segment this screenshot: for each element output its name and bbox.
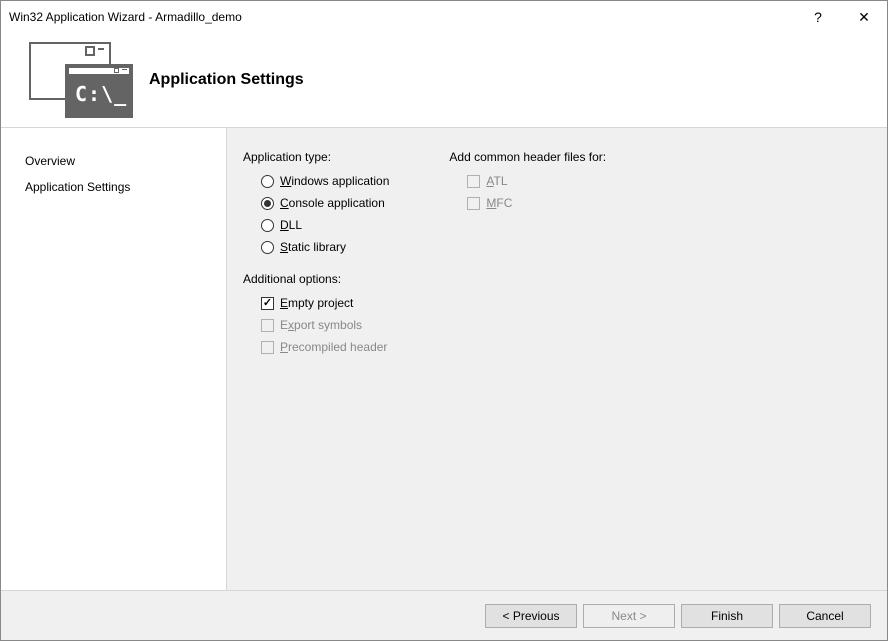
radio-windows-application[interactable]: Windows application — [243, 170, 389, 192]
previous-button[interactable]: < Previous — [485, 604, 577, 628]
help-button[interactable]: ? — [795, 1, 841, 33]
radio-console-application[interactable]: Console application — [243, 192, 389, 214]
additional-options-label: Additional options: — [243, 272, 389, 286]
title-bar: Win32 Application Wizard - Armadillo_dem… — [1, 1, 887, 33]
checkbox-icon — [261, 341, 274, 354]
radio-icon — [261, 241, 274, 254]
checkbox-atl: ATL — [449, 170, 606, 192]
radio-icon — [261, 175, 274, 188]
checkbox-icon — [467, 175, 480, 188]
radio-static-library[interactable]: Static library — [243, 236, 389, 258]
checkbox-icon — [261, 297, 274, 310]
banner-heading: Application Settings — [149, 71, 304, 89]
sidebar-item-application-settings[interactable]: Application Settings — [1, 174, 226, 200]
left-column: Application type: Windows application Co… — [243, 148, 389, 580]
radio-label: Windows application — [280, 174, 389, 188]
checkbox-empty-project[interactable]: Empty project — [243, 292, 389, 314]
radio-label: Static library — [280, 240, 346, 254]
checkbox-export-symbols: Export symbols — [243, 314, 389, 336]
window-title: Win32 Application Wizard - Armadillo_dem… — [9, 10, 795, 24]
sidebar: Overview Application Settings — [1, 128, 227, 590]
wizard-icon: C:\_ — [29, 42, 129, 118]
finish-button[interactable]: Finish — [681, 604, 773, 628]
next-button: Next > — [583, 604, 675, 628]
radio-label: DLL — [280, 218, 302, 232]
checkbox-icon — [467, 197, 480, 210]
radio-label: Console application — [280, 196, 385, 210]
checkbox-precompiled-header: Precompiled header — [243, 336, 389, 358]
console-prompt-icon: C:\_ — [75, 82, 127, 106]
checkbox-label: Export symbols — [280, 318, 362, 332]
right-column: Add common header files for: ATL MFC — [449, 148, 606, 580]
checkbox-mfc: MFC — [449, 192, 606, 214]
radio-dll[interactable]: DLL — [243, 214, 389, 236]
app-type-label: Application type: — [243, 150, 389, 164]
close-button[interactable]: ✕ — [841, 1, 887, 33]
cancel-button[interactable]: Cancel — [779, 604, 871, 628]
checkbox-label: Empty project — [280, 296, 353, 310]
sidebar-item-overview[interactable]: Overview — [1, 148, 226, 174]
checkbox-label: MFC — [486, 196, 512, 210]
main-panel: Application type: Windows application Co… — [227, 128, 887, 590]
checkbox-label: Precompiled header — [280, 340, 387, 354]
footer: < Previous Next > Finish Cancel — [1, 590, 887, 640]
header-files-label: Add common header files for: — [449, 150, 606, 164]
banner: C:\_ Application Settings — [1, 33, 887, 128]
radio-icon — [261, 197, 274, 210]
radio-icon — [261, 219, 274, 232]
body: Overview Application Settings Applicatio… — [1, 128, 887, 590]
checkbox-icon — [261, 319, 274, 332]
checkbox-label: ATL — [486, 174, 507, 188]
